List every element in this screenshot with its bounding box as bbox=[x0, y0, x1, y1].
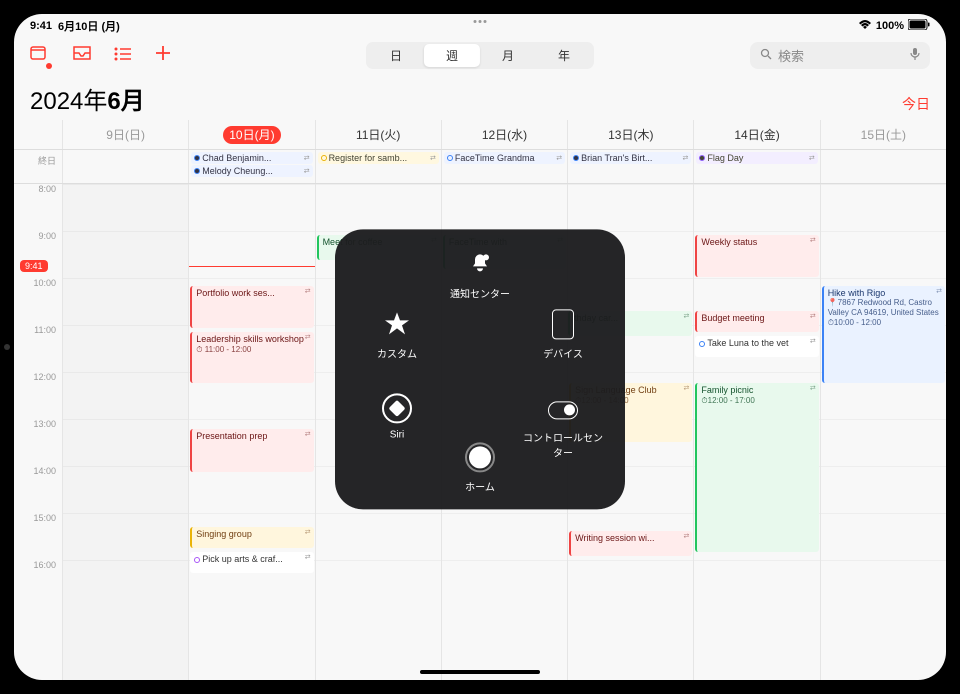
now-time-badge: 9:41 bbox=[20, 260, 48, 272]
wifi-icon bbox=[858, 20, 872, 33]
day-header-row: 9日(日)10日(月)11日(火)12日(水)13日(木)14日(金)15日(土… bbox=[14, 120, 946, 150]
allday-cell[interactable] bbox=[820, 150, 946, 183]
page-title: 2024年6月 bbox=[30, 81, 145, 116]
at-control-center[interactable]: コントロールセンター bbox=[523, 391, 603, 459]
status-time: 9:41 bbox=[30, 20, 52, 32]
at-notification-center[interactable]: 通知センター bbox=[440, 247, 520, 300]
search-placeholder: 検索 bbox=[778, 46, 804, 65]
at-siri[interactable]: Siri bbox=[357, 391, 437, 440]
mic-icon[interactable] bbox=[910, 47, 920, 64]
at-custom[interactable]: カスタム bbox=[357, 307, 437, 360]
allday-event[interactable]: Register for samb...⇄ bbox=[318, 152, 439, 164]
segment-day[interactable]: 日 bbox=[368, 44, 424, 67]
month-label: 6月 bbox=[107, 88, 144, 115]
allday-event[interactable]: FaceTime Grandma⇄ bbox=[444, 152, 565, 164]
segment-year[interactable]: 年 bbox=[536, 44, 592, 67]
allday-row: 終日 Chad Benjamin...⇄Melody Cheung...⇄ Reg… bbox=[14, 150, 946, 184]
battery-icon bbox=[908, 19, 930, 33]
allday-cell[interactable]: FaceTime Grandma⇄ bbox=[441, 150, 567, 183]
at-custom-label: カスタム bbox=[357, 345, 437, 360]
segment-week[interactable]: 週 bbox=[424, 44, 480, 67]
allday-cell[interactable]: Register for samb...⇄ bbox=[315, 150, 441, 183]
allday-event[interactable]: Brian Tran's Birt...⇄ bbox=[570, 152, 691, 164]
day-header[interactable]: 9日(日) bbox=[62, 120, 188, 149]
at-home[interactable]: ホーム bbox=[440, 440, 520, 493]
star-icon bbox=[380, 307, 414, 341]
camera-dot bbox=[4, 344, 10, 350]
hour-label: 11:00 bbox=[14, 325, 62, 372]
day-column[interactable]: Portfolio work ses...⇄Leadership skills … bbox=[188, 184, 314, 680]
bell-icon bbox=[463, 247, 497, 281]
allday-event[interactable]: Chad Benjamin...⇄ bbox=[191, 152, 312, 164]
status-date: 6月10日 (月) bbox=[58, 18, 120, 34]
list-icon[interactable] bbox=[114, 45, 132, 66]
search-icon bbox=[760, 48, 772, 63]
hour-label: 15:00 bbox=[14, 513, 62, 560]
calendar-event[interactable]: Portfolio work ses...⇄ bbox=[190, 286, 313, 328]
calendar-event[interactable]: Presentation prep⇄ bbox=[190, 429, 313, 471]
at-siri-label: Siri bbox=[357, 429, 437, 440]
allday-cell[interactable]: Brian Tran's Birt...⇄ bbox=[567, 150, 693, 183]
allday-event[interactable]: Melody Cheung...⇄ bbox=[191, 165, 312, 177]
calendar-event[interactable]: Hike with Rigo📍7867 Redwood Rd, Castro V… bbox=[822, 286, 945, 383]
inbox-icon[interactable] bbox=[72, 45, 92, 66]
device-icon bbox=[546, 307, 580, 341]
hour-label: 13:00 bbox=[14, 419, 62, 466]
add-event-icon[interactable] bbox=[154, 44, 172, 67]
time-column: 8:009:0010:0011:0012:0013:0014:0015:0016… bbox=[14, 184, 62, 680]
calendar-event[interactable]: Take Luna to the vet⇄ bbox=[695, 336, 818, 357]
at-home-label: ホーム bbox=[440, 478, 520, 493]
siri-icon bbox=[380, 391, 414, 425]
calendar-event[interactable]: Singing group⇄ bbox=[190, 527, 313, 548]
search-input[interactable]: 検索 bbox=[750, 42, 930, 69]
at-device-label: デバイス bbox=[523, 345, 603, 360]
at-device[interactable]: デバイス bbox=[523, 307, 603, 360]
home-icon bbox=[463, 440, 497, 474]
hour-label: 10:00 bbox=[14, 278, 62, 325]
screen: 9:41 6月10日 (月) 100% bbox=[14, 14, 946, 680]
hour-label: 16:00 bbox=[14, 560, 62, 607]
allday-cell[interactable]: Chad Benjamin...⇄Melody Cheung...⇄ bbox=[188, 150, 314, 183]
calendar-event[interactable]: Budget meeting⇄ bbox=[695, 311, 818, 332]
day-header[interactable]: 13日(木) bbox=[567, 120, 693, 149]
multitask-dots-icon[interactable] bbox=[474, 20, 487, 23]
year-label: 2024年 bbox=[30, 88, 107, 115]
calendar-event[interactable]: Pick up arts & craf...⇄ bbox=[190, 552, 313, 573]
allday-cell[interactable] bbox=[62, 150, 188, 183]
ipad-frame: 9:41 6月10日 (月) 100% bbox=[0, 0, 960, 694]
day-header[interactable]: 15日(土) bbox=[820, 120, 946, 149]
toolbar: 日 週 月 年 検索 bbox=[14, 36, 946, 75]
home-indicator[interactable] bbox=[420, 670, 540, 674]
day-header[interactable]: 12日(水) bbox=[441, 120, 567, 149]
day-column[interactable]: Weekly status⇄ Budget meeting⇄ Take Luna t… bbox=[693, 184, 819, 680]
at-cc-label: コントロールセンター bbox=[523, 429, 603, 459]
allday-cell[interactable]: Flag Day⇄ bbox=[693, 150, 819, 183]
month-header: 2024年6月 今日 bbox=[14, 75, 946, 120]
calendar-event[interactable]: Weekly status⇄ bbox=[695, 235, 818, 277]
toggle-icon bbox=[546, 391, 580, 425]
hour-label: 8:00 bbox=[14, 184, 62, 231]
day-column[interactable] bbox=[62, 184, 188, 680]
day-column[interactable]: Hike with Rigo📍7867 Redwood Rd, Castro V… bbox=[820, 184, 946, 680]
now-indicator-line bbox=[189, 266, 314, 267]
day-header[interactable]: 14日(金) bbox=[693, 120, 819, 149]
allday-event[interactable]: Flag Day⇄ bbox=[696, 152, 817, 164]
assistivetouch-menu: 通知センター カスタム デバイス Siri コントロールセンター bbox=[335, 229, 625, 509]
calendar-event[interactable]: Family picnic⏱12:00 - 17:00⇄ bbox=[695, 383, 818, 552]
hour-label: 14:00 bbox=[14, 466, 62, 513]
calendar-event[interactable]: Leadership skills workshop⏱ 11:00 - 12:0… bbox=[190, 332, 313, 383]
hour-label: 12:00 bbox=[14, 372, 62, 419]
day-header[interactable]: 10日(月) bbox=[188, 120, 314, 149]
allday-label: 終日 bbox=[14, 150, 62, 183]
view-segmented-control: 日 週 月 年 bbox=[366, 42, 594, 69]
at-notif-label: 通知センター bbox=[440, 285, 520, 300]
status-bar: 9:41 6月10日 (月) 100% bbox=[14, 14, 946, 36]
day-header[interactable]: 11日(火) bbox=[315, 120, 441, 149]
today-button[interactable]: 今日 bbox=[902, 94, 930, 114]
battery-percent: 100% bbox=[876, 20, 904, 32]
segment-month[interactable]: 月 bbox=[480, 44, 536, 67]
calendar-event[interactable]: Writing session wi...⇄ bbox=[569, 531, 692, 556]
calendar-settings-icon[interactable] bbox=[30, 44, 50, 67]
